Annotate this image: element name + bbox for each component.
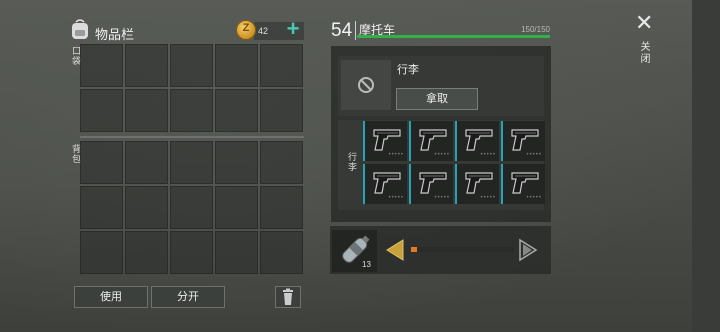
take-button[interactable]: 拿取 (396, 88, 478, 110)
pistol-icon (373, 172, 401, 194)
pocket-slot[interactable] (170, 89, 213, 132)
pocket-slot[interactable] (260, 89, 303, 132)
backpack-icon (70, 18, 90, 40)
add-currency-button[interactable]: + (282, 18, 304, 42)
capacity-bar (357, 35, 550, 38)
coin-icon: Z (236, 20, 256, 40)
capacity-text: 150/150 (521, 25, 550, 34)
container-level: 54 (331, 20, 353, 41)
arrow-left-icon (386, 239, 404, 261)
backpack-slot[interactable] (215, 141, 258, 184)
quantity-slider-fill (411, 247, 418, 252)
pistol-icon (419, 129, 447, 151)
trash-button[interactable] (275, 286, 301, 308)
luggage-item-slot[interactable]: ••••• (455, 121, 499, 161)
durability-dots: ••••• (526, 152, 542, 158)
decrease-button[interactable] (385, 238, 405, 262)
pocket-slot[interactable] (125, 44, 168, 87)
pocket-slot[interactable] (260, 44, 303, 87)
pistol-icon (511, 172, 539, 194)
trash-icon (283, 288, 293, 305)
pocket-grid (80, 44, 303, 132)
luggage-item-slot[interactable]: ••••• (455, 164, 499, 204)
durability-dots: ••••• (480, 152, 496, 158)
backpack-slot[interactable] (80, 231, 123, 274)
close-label[interactable]: 关闭 (636, 41, 651, 65)
backpack-slot[interactable] (125, 141, 168, 184)
pistol-icon (465, 129, 493, 151)
backpack-slot[interactable] (80, 186, 123, 229)
pocket-slot[interactable] (80, 44, 123, 87)
backpack-slot[interactable] (215, 186, 258, 229)
no-entry-icon (358, 77, 374, 93)
pocket-slot[interactable] (80, 89, 123, 132)
backpack-slot[interactable] (125, 231, 168, 274)
backpack-slot[interactable] (125, 186, 168, 229)
section-divider (80, 136, 304, 138)
backpack-grid (80, 141, 303, 274)
pocket-slot[interactable] (125, 89, 168, 132)
quantity-slider[interactable] (411, 247, 514, 252)
luggage-grid: ••••• ••••• ••••• ••••• ••••• ••••• ••••• ••••• (363, 121, 545, 204)
luggage-item-slot[interactable]: ••••• (409, 164, 453, 204)
item-count: 13 (362, 260, 371, 269)
luggage-item-slot[interactable]: ••••• (363, 164, 407, 204)
durability-dots: ••••• (526, 195, 542, 201)
pistol-icon (419, 172, 447, 194)
backpack-slot[interactable] (170, 141, 213, 184)
backpack-slot[interactable] (260, 141, 303, 184)
luggage-item-slot[interactable]: ••••• (501, 121, 545, 161)
durability-dots: ••••• (480, 195, 496, 201)
pistol-icon (465, 172, 493, 194)
durability-dots: ••••• (434, 152, 450, 158)
durability-dots: ••••• (434, 195, 450, 201)
pistol-icon (373, 129, 401, 151)
durability-dots: ••••• (388, 195, 404, 201)
backpack-slot[interactable] (215, 231, 258, 274)
item-name: 行李 (397, 64, 419, 76)
inventory-title: 物品栏 (95, 27, 135, 42)
backpack-slot[interactable] (260, 186, 303, 229)
luggage-item-slot[interactable]: ••••• (409, 121, 453, 161)
luggage-item-slot[interactable]: ••••• (501, 164, 545, 204)
use-button[interactable]: 使用 (74, 286, 148, 308)
pocket-slot[interactable] (170, 44, 213, 87)
right-edge-strip (692, 0, 720, 332)
durability-dots: ••••• (388, 152, 404, 158)
header-separator (355, 21, 356, 40)
close-icon[interactable]: ✕ (635, 12, 653, 34)
split-button[interactable]: 分开 (151, 286, 225, 308)
backpack-slot[interactable] (80, 141, 123, 184)
luggage-item-slot[interactable]: ••••• (363, 121, 407, 161)
empty-item-slot[interactable] (341, 60, 391, 110)
pistol-icon (511, 129, 539, 151)
backpack-slot[interactable] (260, 231, 303, 274)
pocket-slot[interactable] (215, 89, 258, 132)
coin-count: 42 (258, 26, 269, 36)
arrow-right-icon (519, 238, 538, 262)
backpack-slot[interactable] (170, 186, 213, 229)
backpack-slot[interactable] (170, 231, 213, 274)
luggage-label: 行李 (347, 152, 357, 172)
pocket-slot[interactable] (215, 44, 258, 87)
increase-button[interactable] (518, 238, 538, 262)
